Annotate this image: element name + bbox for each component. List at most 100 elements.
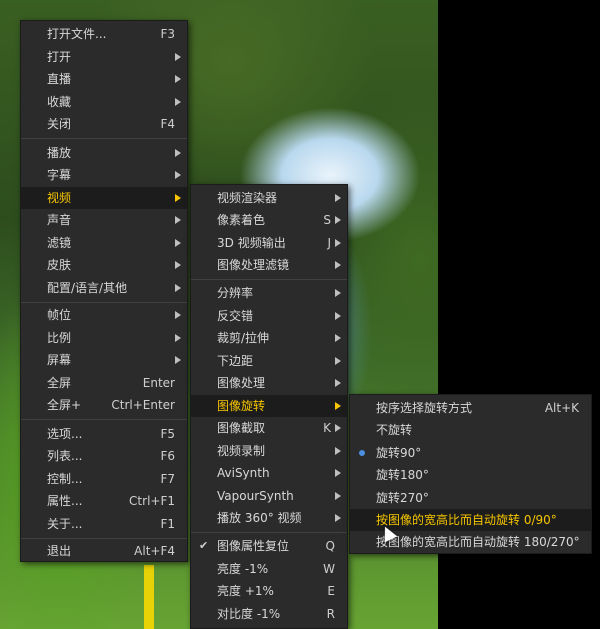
chevron-right-icon	[335, 379, 341, 387]
menu-item-cycle-rotation[interactable]: 按序选择旋转方式 Alt+K	[350, 397, 591, 419]
menu-item-brightness-down[interactable]: 亮度 -1% W	[191, 558, 347, 580]
chevron-right-icon	[335, 424, 341, 432]
menu-item-image-rotate[interactable]: 图像旋转	[191, 395, 347, 417]
menu-item-live[interactable]: 直播	[21, 68, 187, 90]
menu-item-subtitles[interactable]: 字幕	[21, 164, 187, 186]
chevron-right-icon	[175, 239, 181, 247]
menu-item-label: AviSynth	[217, 466, 270, 480]
menu-item-reset-image[interactable]: ✔ 图像属性复位 Q	[191, 535, 347, 557]
menu-item-shortcut: W	[323, 562, 335, 576]
menu-item-resolution[interactable]: 分辨率	[191, 282, 347, 304]
menu-item-shortcut: E	[327, 584, 335, 598]
menu-item-label: 选项...	[47, 427, 83, 441]
menu-item-shortcut: Enter	[142, 376, 175, 390]
checkmark-icon: ✔	[199, 539, 209, 552]
menu-item-favorites[interactable]: 收藏	[21, 91, 187, 113]
menu-item-frame[interactable]: 帧位	[21, 304, 187, 326]
menu-separator	[191, 279, 347, 280]
menu-item-screen[interactable]: 屏幕	[21, 349, 187, 371]
chevron-right-icon	[175, 98, 181, 106]
menu-item-label: 分辨率	[217, 286, 254, 300]
menu-item-label: 按图像的宽高比而自动旋转 180/270°	[376, 535, 580, 549]
menu-item-filters[interactable]: 滤镜	[21, 232, 187, 254]
menu-separator	[21, 419, 187, 420]
menu-item-shortcut: F4	[160, 117, 175, 131]
chevron-right-icon	[175, 75, 181, 83]
menu-item-config[interactable]: 配置/语言/其他	[21, 277, 187, 299]
menu-item-label: 视频	[47, 191, 72, 205]
chevron-right-icon	[175, 149, 181, 157]
menu-item-image-capture[interactable]: 图像截取 K	[191, 417, 347, 439]
chevron-right-icon	[175, 194, 181, 202]
menu-item-shortcut: J	[327, 236, 331, 250]
menu-item-shortcut: Ctrl+Enter	[111, 398, 175, 412]
menu-item-open[interactable]: 打开	[21, 46, 187, 68]
menu-item-label: 帧位	[47, 308, 72, 322]
menu-item-label: 播放	[47, 146, 72, 160]
menu-item-crop-stretch[interactable]: 裁剪/拉伸	[191, 327, 347, 349]
menu-item-exit[interactable]: 退出 Alt+F4	[21, 540, 187, 562]
menu-item-ratio[interactable]: 比例	[21, 327, 187, 349]
menu-item-options[interactable]: 选项... F5	[21, 423, 187, 445]
chevron-right-icon	[335, 447, 341, 455]
menu-item-image-processing[interactable]: 图像处理	[191, 372, 347, 394]
menu-item-label: 图像旋转	[217, 399, 266, 413]
menu-item-pixel-shader[interactable]: 像素着色 S	[191, 209, 347, 231]
menu-item-video-record[interactable]: 视频录制	[191, 440, 347, 462]
menu-item-rotate-270[interactable]: 旋转270°	[350, 487, 591, 509]
context-menu-main: 打开文件... F3 打开 直播 收藏 关闭 F4 播放 字幕 视频 声音 滤镜 皮…	[20, 20, 188, 562]
menu-item-play-360[interactable]: 播放 360° 视频	[191, 507, 347, 529]
menu-item-deinterlace[interactable]: 反交错	[191, 305, 347, 327]
menu-item-bottom-margin[interactable]: 下边距	[191, 350, 347, 372]
menu-item-label: 直播	[47, 72, 72, 86]
menu-item-avisynth[interactable]: AviSynth	[191, 462, 347, 484]
menu-item-skin[interactable]: 皮肤	[21, 254, 187, 276]
menu-item-shortcut: Ctrl+F1	[129, 494, 175, 508]
menu-item-label: VapourSynth	[217, 489, 294, 503]
menu-item-contrast-down[interactable]: 对比度 -1% R	[191, 603, 347, 625]
menu-item-shortcut: F7	[160, 472, 175, 486]
menu-separator	[21, 538, 187, 539]
menu-item-close[interactable]: 关闭 F4	[21, 113, 187, 135]
menu-item-label: 屏幕	[47, 353, 72, 367]
menu-item-label: 不旋转	[376, 423, 413, 437]
menu-item-open-file[interactable]: 打开文件... F3	[21, 23, 187, 45]
menu-item-image-filters[interactable]: 图像处理滤镜	[191, 254, 347, 276]
menu-item-no-rotation[interactable]: 不旋转	[350, 419, 591, 441]
menu-item-about[interactable]: 关于... F1	[21, 513, 187, 535]
menu-item-label: 3D 视频输出	[217, 236, 286, 250]
menu-item-rotate-90[interactable]: 旋转90°	[350, 442, 591, 464]
menu-item-shortcut: K	[323, 421, 331, 435]
menu-item-3d-output[interactable]: 3D 视频输出 J	[191, 232, 347, 254]
menu-item-video[interactable]: 视频	[21, 187, 187, 209]
menu-item-fullscreen-plus[interactable]: 全屏+ Ctrl+Enter	[21, 394, 187, 416]
menu-item-control[interactable]: 控制... F7	[21, 468, 187, 490]
menu-item-video-renderer[interactable]: 视频渲染器	[191, 187, 347, 209]
menu-item-audio[interactable]: 声音	[21, 209, 187, 231]
chevron-right-icon	[175, 261, 181, 269]
chevron-right-icon	[175, 216, 181, 224]
menu-item-fullscreen[interactable]: 全屏 Enter	[21, 372, 187, 394]
menu-item-shortcut: Alt+F4	[134, 544, 175, 558]
menu-item-playlist[interactable]: 列表... F6	[21, 445, 187, 467]
menu-item-label: 滤镜	[47, 236, 72, 250]
chevron-right-icon	[335, 492, 341, 500]
video-yellow-stripe	[144, 565, 154, 629]
chevron-right-icon	[335, 194, 341, 202]
menu-item-label: 亮度 +1%	[217, 584, 274, 598]
menu-item-label: 对比度 -1%	[217, 607, 281, 621]
chevron-right-icon	[335, 402, 341, 410]
menu-item-shortcut: F1	[160, 517, 175, 531]
menu-item-label: 旋转90°	[376, 446, 422, 460]
menu-item-shortcut: Q	[325, 539, 335, 553]
menu-item-label: 亮度 -1%	[217, 562, 269, 576]
menu-item-label: 属性...	[47, 494, 83, 508]
menu-item-rotate-180[interactable]: 旋转180°	[350, 464, 591, 486]
menu-separator	[191, 532, 347, 533]
menu-item-properties[interactable]: 属性... Ctrl+F1	[21, 490, 187, 512]
menu-item-vapoursynth[interactable]: VapourSynth	[191, 485, 347, 507]
menu-item-playback[interactable]: 播放	[21, 142, 187, 164]
menu-item-label: 全屏+	[47, 398, 82, 412]
menu-item-brightness-up[interactable]: 亮度 +1% E	[191, 580, 347, 602]
menu-item-label: 打开文件...	[47, 27, 107, 41]
